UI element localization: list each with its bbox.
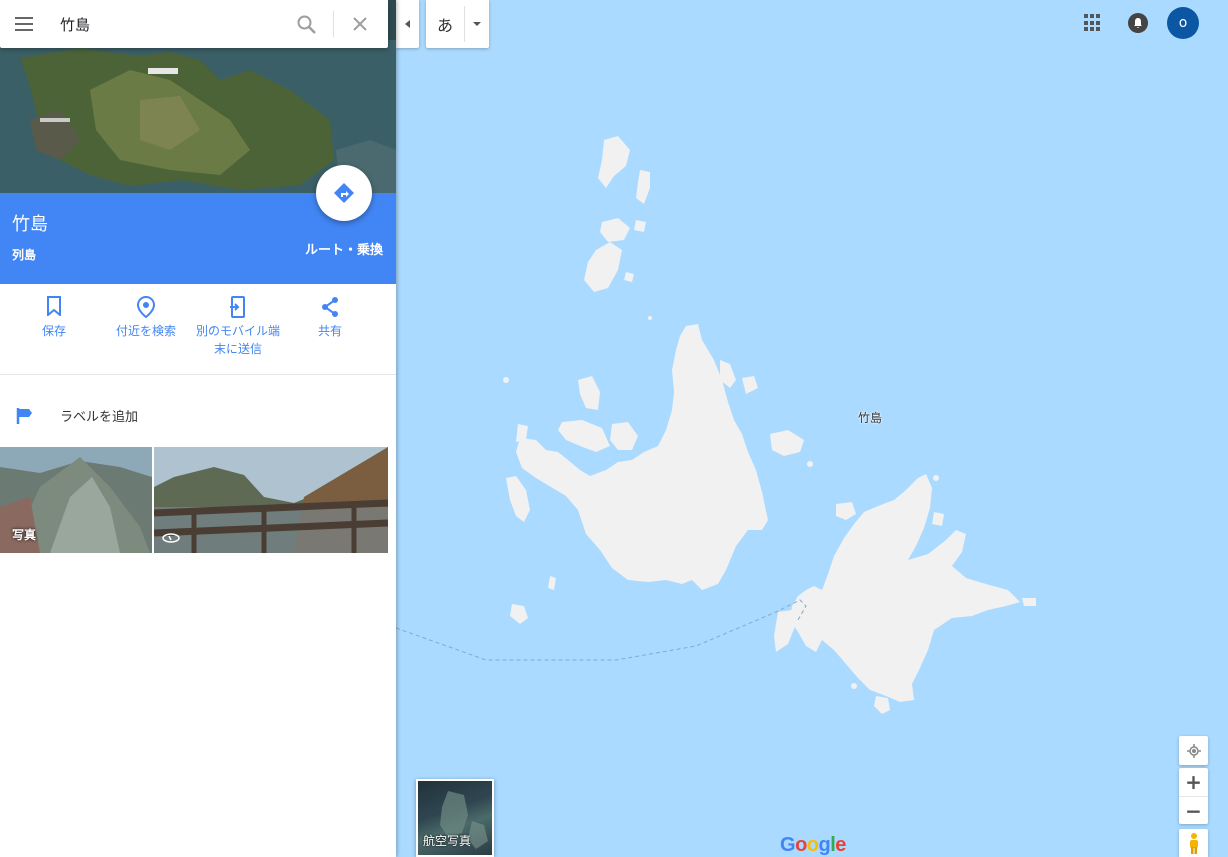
search-box bbox=[0, 0, 388, 48]
street-view-thumbnail[interactable] bbox=[154, 447, 388, 553]
action-bar: 保存 付近を検索 別のモバイル端末に送信 共有 bbox=[0, 284, 396, 375]
islet-west-a bbox=[558, 420, 610, 452]
islet-east-d bbox=[1022, 598, 1036, 606]
street-view-image bbox=[154, 447, 388, 553]
locate-icon bbox=[1186, 743, 1201, 758]
send-to-device-button[interactable]: 別のモバイル端末に送信 bbox=[192, 296, 284, 358]
island-west bbox=[516, 324, 768, 590]
input-tools-button[interactable]: あ bbox=[426, 0, 489, 48]
islet-west-b bbox=[610, 422, 638, 450]
place-category: 列島 bbox=[12, 248, 37, 262]
send-to-device-label: 別のモバイル端末に送信 bbox=[195, 324, 280, 356]
islet-north-6 bbox=[624, 272, 634, 282]
islet-north-4 bbox=[634, 220, 646, 232]
islet-north-3 bbox=[600, 218, 630, 242]
share-button[interactable]: 共有 bbox=[284, 296, 376, 340]
islet-east-c bbox=[932, 512, 944, 526]
ime-char[interactable]: あ bbox=[426, 0, 464, 48]
photos-caption: 写真 bbox=[12, 528, 37, 542]
islet-west-h bbox=[510, 604, 528, 624]
zoom-controls: + − bbox=[1179, 768, 1208, 824]
islet-west-i bbox=[548, 576, 556, 590]
directions-button[interactable] bbox=[316, 165, 372, 221]
satellite-label: 航空写真 bbox=[423, 834, 472, 848]
chevron-left-icon bbox=[405, 20, 410, 28]
search-icon[interactable] bbox=[297, 15, 316, 34]
bookmark-icon bbox=[47, 296, 61, 316]
360-view-icon bbox=[162, 533, 180, 543]
search-nearby-label: 付近を検索 bbox=[115, 324, 176, 338]
nearby-pin-icon bbox=[136, 296, 156, 318]
islet-east-a bbox=[774, 610, 796, 652]
caret-down-icon bbox=[473, 22, 481, 26]
satellite-layer-toggle[interactable]: 航空写真 bbox=[416, 779, 494, 857]
notifications-bell-icon[interactable] bbox=[1128, 13, 1148, 33]
islet-west-e bbox=[742, 376, 758, 394]
search-input[interactable] bbox=[60, 12, 280, 36]
directions-icon bbox=[334, 183, 354, 203]
directions-label[interactable]: ルート・乗換 bbox=[305, 239, 383, 258]
islet-west-g bbox=[506, 476, 530, 522]
add-label-row[interactable]: ラベルを追加 bbox=[0, 398, 396, 432]
apps-grid-icon[interactable] bbox=[1084, 14, 1102, 32]
island-east bbox=[790, 474, 1020, 702]
send-to-device-icon bbox=[230, 296, 245, 318]
islet-north-1 bbox=[598, 136, 630, 188]
street-view-pegman-icon[interactable] bbox=[1179, 829, 1208, 857]
save-label: 保存 bbox=[41, 324, 66, 338]
place-panel: 竹島 列島 ルート・乗換 保存 付近を検索 別のモバイル端末に送信 共有 ラベル… bbox=[0, 0, 396, 857]
google-logo: Google bbox=[780, 834, 846, 856]
place-title: 竹島 bbox=[12, 214, 48, 235]
islet-east-g bbox=[851, 683, 857, 689]
collapse-panel-button[interactable] bbox=[396, 0, 419, 48]
zoom-in-button[interactable]: + bbox=[1179, 768, 1208, 796]
search-nearby-button[interactable]: 付近を検索 bbox=[100, 296, 192, 340]
islet-west-c bbox=[578, 376, 600, 410]
photo-thumbnail[interactable]: 写真 bbox=[0, 447, 152, 553]
account-avatar[interactable]: o bbox=[1167, 7, 1199, 39]
islet-east-b bbox=[836, 502, 856, 520]
islet-east-f bbox=[933, 475, 939, 481]
islands-shapes bbox=[396, 136, 1036, 714]
map-place-label[interactable]: 竹島 bbox=[858, 409, 882, 426]
zoom-out-button[interactable]: − bbox=[1179, 796, 1208, 824]
save-button[interactable]: 保存 bbox=[8, 296, 100, 340]
ime-dropdown[interactable] bbox=[464, 6, 489, 42]
islet-mid-2 bbox=[807, 461, 813, 467]
islet-north-5 bbox=[584, 242, 622, 292]
share-label: 共有 bbox=[317, 324, 342, 338]
add-label-text: ラベルを追加 bbox=[60, 410, 139, 425]
search-divider bbox=[333, 11, 334, 37]
my-location-button[interactable] bbox=[1179, 736, 1208, 765]
islet-east-e bbox=[874, 696, 890, 714]
flag-icon bbox=[16, 408, 32, 424]
share-icon bbox=[322, 297, 338, 317]
close-icon[interactable] bbox=[352, 16, 368, 32]
islet-north-2 bbox=[636, 170, 650, 204]
islet-mid-1 bbox=[770, 430, 804, 456]
map-canvas[interactable]: 竹島 Google bbox=[396, 0, 1228, 857]
hamburger-menu-icon[interactable] bbox=[15, 17, 33, 31]
boundary-line bbox=[396, 599, 807, 661]
islet-west-j bbox=[503, 377, 509, 383]
islet-north-7 bbox=[648, 316, 652, 320]
